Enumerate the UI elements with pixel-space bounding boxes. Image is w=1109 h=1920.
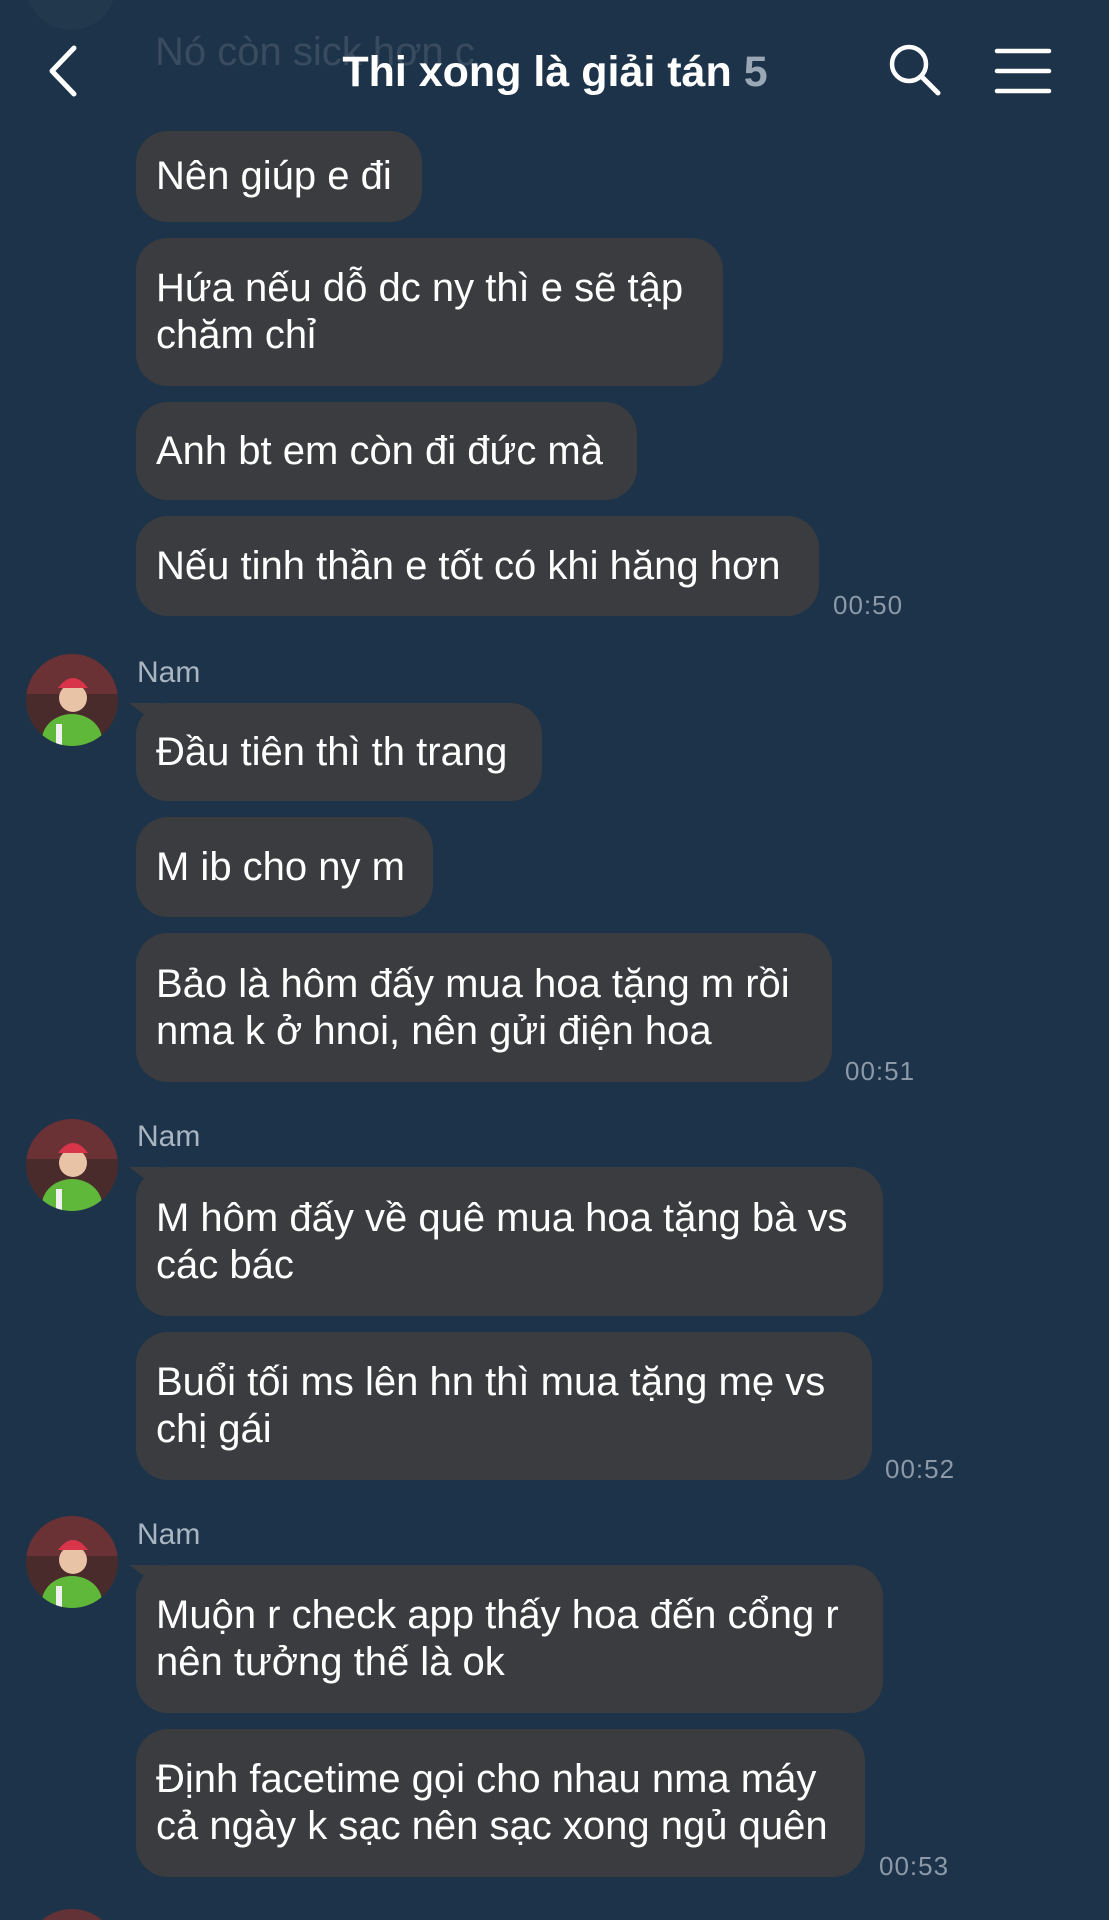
avatar-photo: [26, 1516, 118, 1608]
back-button[interactable]: [40, 40, 100, 102]
message-bubble[interactable]: Anh bt em còn đi đức mà: [136, 402, 637, 500]
message-bubble[interactable]: Buổi tối ms lên hn thì mua tặng mẹ vs ch…: [136, 1332, 872, 1480]
message-timestamp: 00:50: [833, 590, 904, 620]
avatar-photo: [26, 654, 118, 746]
sender-name: Nam: [137, 1120, 201, 1153]
chat-screen: Nó còn sick hơn c Thi xong là giải tán5: [0, 0, 1109, 1920]
avatar-photo: [26, 1909, 118, 1920]
message-text: chăm chỉ: [156, 313, 317, 357]
message-bubble[interactable]: Nên giúp e đi: [136, 131, 422, 222]
sender-avatar[interactable]: [26, 1119, 118, 1211]
message-bubble[interactable]: Nếu tinh thần e tốt có khi hăng hơn: [136, 516, 819, 616]
message-timestamp: 00:53: [879, 1851, 950, 1881]
message-text: chị gái: [156, 1407, 272, 1451]
sender-avatar[interactable]: [26, 1516, 118, 1608]
avatar-photo: [26, 1119, 118, 1211]
message-timestamp: 00:51: [845, 1056, 916, 1086]
message-text: Bảo là hôm đấy mua hoa tặng m rồi: [156, 961, 790, 1006]
sender-name: Nam: [137, 1518, 201, 1551]
message-text: Muộn r check app thấy hoa đến cổng r: [156, 1593, 839, 1637]
group-name: Thi xong là giải tán: [342, 48, 732, 96]
message-text: Định facetime gọi cho nhau nma máy: [156, 1757, 817, 1801]
message-bubble[interactable]: M hôm đấy về quê mua hoa tặng bà vs các …: [136, 1167, 883, 1316]
sender-avatar[interactable]: [26, 654, 118, 746]
message-text: Đầu tiên thì th trang: [156, 729, 508, 774]
message-text: M ib cho ny m: [156, 844, 405, 889]
message-text: cả ngày k sạc nên sạc xong ngủ quên: [156, 1804, 828, 1848]
chat-title[interactable]: Thi xong là giải tán 5: [200, 44, 910, 100]
menu-button[interactable]: [993, 45, 1053, 97]
message-bubble[interactable]: Hứa nếu dỗ dc ny thì e sẽ tập chăm chỉ: [136, 238, 723, 386]
message-bubble[interactable]: Bảo là hôm đấy mua hoa tặng m rồi nma k …: [136, 933, 832, 1082]
chevron-left-icon: [49, 45, 77, 97]
message-bubble[interactable]: Định facetime gọi cho nhau nma máy cả ng…: [136, 1729, 865, 1877]
message-text: Anh bt em còn đi đức mà: [156, 428, 603, 473]
message-text: Nếu tinh thần e tốt có khi hăng hơn: [156, 543, 781, 588]
sender-name: Nam: [137, 656, 201, 689]
sender-avatar[interactable]: [26, 1909, 118, 1920]
message-bubble[interactable]: M ib cho ny m: [136, 817, 433, 917]
message-text: nma k ở hnoi, nên gửi điện hoa: [156, 1008, 712, 1053]
message-text: nên tưởng thế là ok: [156, 1640, 505, 1684]
message-text: M hôm đấy về quê mua hoa tặng bà vs: [156, 1195, 848, 1240]
message-text: các bác: [156, 1242, 294, 1287]
message-timestamp: 00:52: [885, 1454, 956, 1484]
message-text: Buổi tối ms lên hn thì mua tặng mẹ vs: [156, 1360, 826, 1404]
search-button[interactable]: [885, 40, 945, 100]
message-text: Nên giúp e đi: [156, 154, 392, 198]
partial-avatar: [26, 0, 116, 30]
message-bubble[interactable]: Muộn r check app thấy hoa đến cổng r nên…: [136, 1565, 883, 1713]
message-text: Hứa nếu dỗ dc ny thì e sẽ tập: [156, 266, 684, 310]
search-icon: [889, 44, 941, 96]
hamburger-menu-icon: [994, 48, 1052, 94]
member-count: 5: [743, 48, 768, 96]
chat-header: Nó còn sick hơn c Thi xong là giải tán 5: [0, 0, 1109, 130]
message-bubble[interactable]: Đầu tiên thì th trang: [136, 703, 542, 801]
